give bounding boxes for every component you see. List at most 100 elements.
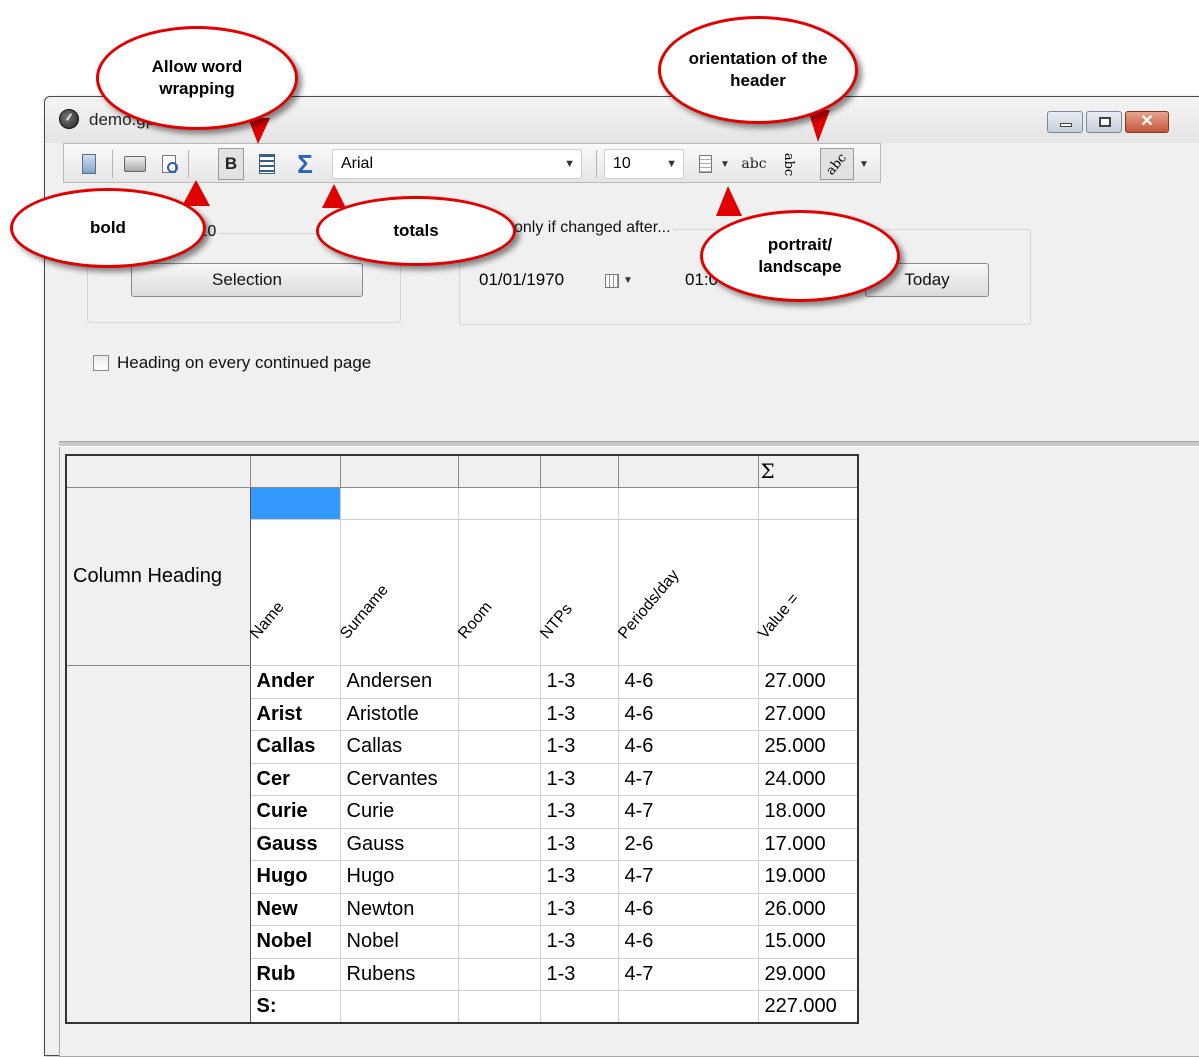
table-cell[interactable] (457, 827, 541, 861)
table-cell[interactable]: 29.000 (757, 957, 859, 991)
table-cell[interactable] (457, 892, 541, 926)
selection-button[interactable]: Selection (131, 263, 363, 297)
table-cell[interactable]: 27.000 (757, 697, 859, 731)
table-cell[interactable]: 4-7 (617, 957, 759, 991)
table-cell[interactable]: 1-3 (539, 925, 619, 959)
table-cell[interactable]: 1-3 (539, 795, 619, 829)
page-layout-button[interactable] (76, 148, 102, 180)
table-cell[interactable]: 1-3 (539, 827, 619, 861)
table-cell[interactable]: 4-6 (617, 697, 759, 731)
header-diagonal-button[interactable]: abc (820, 148, 854, 180)
table-cell[interactable]: Cer (249, 762, 341, 796)
header-horizontal-button[interactable]: abc (736, 148, 772, 180)
table-cell[interactable]: Cervantes (339, 762, 459, 796)
minimize-button[interactable] (1047, 111, 1083, 133)
table-cell[interactable]: 4-7 (617, 762, 759, 796)
table-cell[interactable]: 24.000 (757, 762, 859, 796)
total-cell[interactable]: S: (249, 990, 341, 1024)
table-cell[interactable]: 4-6 (617, 730, 759, 764)
table-cell[interactable]: Nobel (249, 925, 341, 959)
calendar-icon[interactable] (605, 274, 619, 288)
table-cell[interactable]: Gauss (339, 827, 459, 861)
table-cell[interactable]: Arist (249, 697, 341, 731)
table-cell[interactable]: Newton (339, 892, 459, 926)
grid-cell[interactable] (457, 486, 541, 520)
header-cell[interactable] (457, 454, 541, 488)
table-cell[interactable]: Curie (339, 795, 459, 829)
table-cell[interactable]: 4-6 (617, 665, 759, 699)
table-cell[interactable] (457, 730, 541, 764)
table-cell[interactable]: 26.000 (757, 892, 859, 926)
table-cell[interactable] (457, 860, 541, 894)
table-cell[interactable]: Hugo (339, 860, 459, 894)
table-cell[interactable]: 1-3 (539, 892, 619, 926)
table-cell[interactable]: 4-7 (617, 860, 759, 894)
print-button[interactable] (122, 148, 148, 180)
total-cell[interactable] (457, 990, 541, 1024)
column-heading-cell[interactable]: Room (455, 519, 541, 666)
bold-button[interactable]: B (218, 148, 244, 180)
column-heading-cell[interactable]: Surname (337, 519, 459, 666)
close-button[interactable]: ✕ (1125, 111, 1169, 133)
column-heading-cell[interactable]: NTPs (537, 519, 619, 666)
selected-cell[interactable] (249, 486, 341, 520)
font-size-select[interactable]: 10 ▼ (604, 149, 684, 179)
grid-cell[interactable] (617, 486, 759, 520)
table-cell[interactable] (457, 925, 541, 959)
header-cell[interactable] (249, 454, 341, 488)
table-cell[interactable]: Ander (249, 665, 341, 699)
table-cell[interactable]: 25.000 (757, 730, 859, 764)
column-heading-cell[interactable]: Periods/day (615, 519, 759, 666)
heading-every-page-checkbox[interactable] (93, 355, 109, 371)
table-cell[interactable]: Callas (249, 730, 341, 764)
header-orientation-dropdown[interactable]: ▼ (856, 148, 872, 180)
maximize-button[interactable] (1086, 111, 1122, 133)
table-cell[interactable]: 4-7 (617, 795, 759, 829)
header-cell[interactable] (539, 454, 619, 488)
table-cell[interactable]: Callas (339, 730, 459, 764)
total-cell[interactable] (617, 990, 759, 1024)
grid-cell[interactable] (339, 486, 459, 520)
grid-cell[interactable] (539, 486, 619, 520)
column-heading-cell[interactable]: Name (247, 519, 341, 666)
table-cell[interactable]: 18.000 (757, 795, 859, 829)
print-preview-button[interactable] (156, 148, 182, 180)
date-field[interactable]: 01/01/1970 (479, 265, 564, 295)
table-cell[interactable]: Aristotle (339, 697, 459, 731)
table-cell[interactable]: 1-3 (539, 762, 619, 796)
total-cell[interactable] (539, 990, 619, 1024)
table-cell[interactable] (457, 665, 541, 699)
word-wrap-button[interactable] (254, 148, 280, 180)
chevron-down-icon[interactable]: ▼ (623, 275, 633, 286)
header-vertical-button[interactable]: abc (776, 148, 802, 180)
header-cell[interactable] (65, 454, 251, 488)
table-cell[interactable]: 27.000 (757, 665, 859, 699)
table-cell[interactable]: Rub (249, 957, 341, 991)
table-cell[interactable]: 1-3 (539, 697, 619, 731)
table-cell[interactable]: New (249, 892, 341, 926)
total-cell[interactable]: 227.000 (757, 990, 859, 1024)
sigma-header-cell[interactable]: Σ (757, 454, 859, 488)
table-cell[interactable]: Curie (249, 795, 341, 829)
table-cell[interactable]: Nobel (339, 925, 459, 959)
table-cell[interactable]: Hugo (249, 860, 341, 894)
grid-cell[interactable] (757, 486, 859, 520)
table-cell[interactable]: 4-6 (617, 925, 759, 959)
column-heading-cell[interactable]: Value = (755, 519, 859, 666)
table-cell[interactable]: Andersen (339, 665, 459, 699)
table-cell[interactable] (457, 795, 541, 829)
portrait-landscape-dropdown[interactable]: ▼ (718, 148, 732, 180)
table-cell[interactable]: 1-3 (539, 665, 619, 699)
total-cell[interactable] (339, 990, 459, 1024)
table-cell[interactable]: 2-6 (617, 827, 759, 861)
table-cell[interactable]: 15.000 (757, 925, 859, 959)
table-cell[interactable]: 19.000 (757, 860, 859, 894)
header-cell[interactable] (339, 454, 459, 488)
portrait-landscape-button[interactable] (692, 148, 718, 180)
table-cell[interactable]: 1-3 (539, 730, 619, 764)
table-cell[interactable]: Rubens (339, 957, 459, 991)
font-name-select[interactable]: Arial ▼ (332, 149, 582, 179)
table-cell[interactable]: 1-3 (539, 957, 619, 991)
table-cell[interactable] (457, 697, 541, 731)
table-cell[interactable] (457, 762, 541, 796)
